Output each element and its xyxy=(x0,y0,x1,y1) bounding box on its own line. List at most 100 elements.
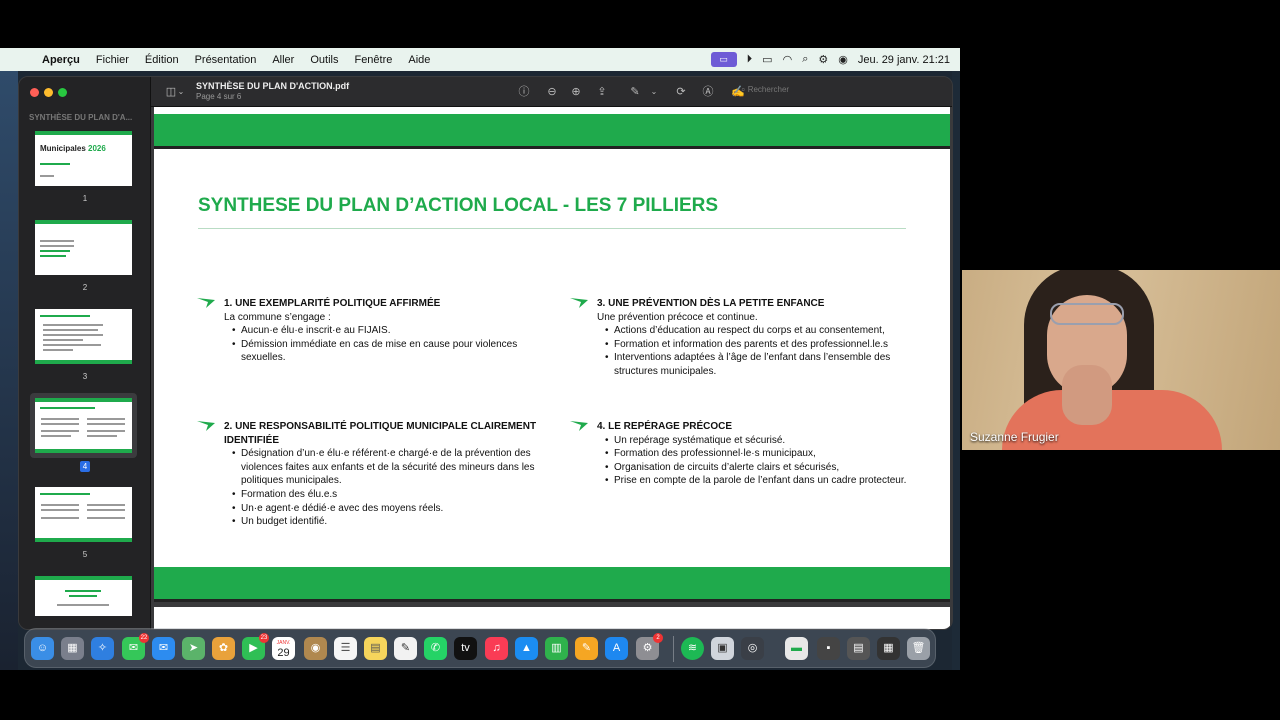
trash-icon[interactable]: 🗑 xyxy=(907,637,930,660)
window-thumbnail-icon[interactable]: ▦ xyxy=(877,637,900,660)
page-indicator: Page 4 sur 6 xyxy=(196,92,242,101)
messages-badge: 22 xyxy=(139,633,149,643)
pillar-heading: 2. UNE RESPONSABILITÉ POLITIQUE MUNICIPA… xyxy=(224,421,537,446)
notes-icon[interactable]: ▤ xyxy=(364,637,387,660)
page-thumbnail-1[interactable]: Municipales 2026 xyxy=(35,131,132,186)
page-thumbnail-2[interactable] xyxy=(35,220,132,275)
annotate-icon[interactable]: Ⓐ xyxy=(700,84,716,100)
search-field[interactable]: ⌕ Rechercher xyxy=(741,85,789,95)
pillar-bullets: Un repérage systématique et sécurisé. Fo… xyxy=(605,434,917,488)
app-store-icon[interactable]: A xyxy=(605,637,628,660)
list-item: Démission immédiate en cas de mise en ca… xyxy=(232,338,544,365)
thumb-line xyxy=(40,493,90,495)
page-thumbnail-5[interactable] xyxy=(35,487,132,542)
system-settings-icon[interactable]: ⚙ 2 xyxy=(636,633,663,660)
calendar-day: 29 xyxy=(277,647,290,659)
facetime-icon[interactable]: ▶ 23 xyxy=(242,633,269,660)
numbers-icon[interactable]: ▥ xyxy=(545,637,568,660)
pillar-bullets: Désignation d’un·e élu·e référent·e char… xyxy=(232,447,544,529)
thumb-line xyxy=(41,509,79,511)
participant-name: Suzanne Frugier xyxy=(970,430,1059,444)
battery-icon[interactable]: ▭ xyxy=(762,53,772,66)
siri-icon[interactable]: ◉ xyxy=(838,53,848,66)
window-thumbnail-icon[interactable]: ▤ xyxy=(847,637,870,660)
thumb1-title: Municipales 2026 xyxy=(40,144,106,153)
dock-separator xyxy=(673,636,674,662)
menu-fichier[interactable]: Fichier xyxy=(88,54,137,66)
spotify-icon[interactable]: ≋ xyxy=(681,637,704,660)
menu-aller[interactable]: Aller xyxy=(264,54,302,66)
freeform-icon[interactable]: ✎ xyxy=(394,637,417,660)
preview-app-icon[interactable]: ▣ xyxy=(711,637,734,660)
finder-icon[interactable]: ☺ xyxy=(31,637,54,660)
reminders-icon[interactable]: ☰ xyxy=(334,637,357,660)
menu-fenetre[interactable]: Fenêtre xyxy=(346,54,400,66)
menu-outils[interactable]: Outils xyxy=(302,54,346,66)
zoom-window-button[interactable] xyxy=(58,88,67,97)
thumb-line xyxy=(41,418,79,420)
markup-chevron-icon[interactable]: ⌄ xyxy=(649,84,659,100)
launchpad-icon[interactable]: ▦ xyxy=(61,637,84,660)
list-item: Prise en compte de la parole de l’enfant… xyxy=(605,474,917,488)
window-thumbnail-icon[interactable]: ▪ xyxy=(817,637,840,660)
thumb-line xyxy=(40,240,74,242)
calendar-icon[interactable]: JANV. 29 xyxy=(272,637,295,660)
zoom-in-icon[interactable]: ⊕ xyxy=(568,84,584,100)
thumb-line xyxy=(41,504,79,506)
zoom-out-icon[interactable]: ⊖ xyxy=(544,84,560,100)
music-icon[interactable]: ♫ xyxy=(485,637,508,660)
chevron-down-icon[interactable]: ⌄ xyxy=(177,84,185,100)
list-item: Formation et information des parents et … xyxy=(605,338,917,352)
page-thumbnail-6[interactable] xyxy=(35,576,132,616)
list-item: Un·e agent·e dédié·e avec des moyens rée… xyxy=(232,502,544,516)
page-thumbnail-4[interactable] xyxy=(35,398,132,453)
pages-icon[interactable]: ✎ xyxy=(575,637,598,660)
search-icon[interactable]: ⌕ xyxy=(802,53,808,66)
play-icon[interactable]: ⏵ xyxy=(747,53,753,66)
control-center-icon[interactable]: ⚙ xyxy=(818,53,828,66)
pillar-intro: Une prévention précoce et continue. xyxy=(597,311,758,323)
slide-title: SYNTHESE DU PLAN D’ACTION LOCAL - LES 7 … xyxy=(198,195,719,216)
title-divider xyxy=(198,228,906,229)
messages-icon[interactable]: ✉ 22 xyxy=(122,633,149,660)
thumb-line xyxy=(41,435,71,437)
whatsapp-icon[interactable]: ✆ xyxy=(424,637,447,660)
green-arrow-icon xyxy=(570,421,588,431)
settings-badge: 2 xyxy=(653,633,663,643)
meeting-stage: Aperçu Fichier Édition Présentation Alle… xyxy=(0,0,1280,720)
thumbnail-sidebar: SYNTHÈSE DU PLAN D'A... Municipales 2026… xyxy=(19,77,151,629)
mail-icon[interactable]: ✉ xyxy=(152,637,175,660)
menu-aide[interactable]: Aide xyxy=(400,54,438,66)
participant-video[interactable]: Suzanne Frugier xyxy=(962,270,1280,450)
share-icon[interactable]: ⇪ xyxy=(594,84,610,100)
thumb-line xyxy=(65,590,101,592)
rotate-icon[interactable]: ⟳ xyxy=(673,84,689,100)
menu-presentation[interactable]: Présentation xyxy=(187,54,265,66)
maps-icon[interactable]: ➤ xyxy=(182,637,205,660)
document-view[interactable]: SYNTHESE DU PLAN D’ACTION LOCAL - LES 7 … xyxy=(151,107,952,629)
safari-icon[interactable]: ✧ xyxy=(91,637,114,660)
contacts-icon[interactable]: ◉ xyxy=(304,637,327,660)
menubar-clock[interactable]: Jeu. 29 janv. 21:21 xyxy=(858,54,950,66)
document-window-icon[interactable]: ▬ xyxy=(785,637,808,660)
screen-sharing-icon[interactable]: ▭ xyxy=(710,52,737,67)
info-icon[interactable]: ⓘ xyxy=(516,84,532,100)
green-arrow-icon xyxy=(570,298,588,308)
markup-pen-icon[interactable]: ✎ xyxy=(627,84,643,100)
pillar-3: 3. UNE PRÉVENTION DÈS LA PETITE ENFANCE … xyxy=(570,297,917,379)
minimize-window-button[interactable] xyxy=(44,88,53,97)
page-thumbnail-3[interactable] xyxy=(35,309,132,364)
keynote-icon[interactable]: ▲ xyxy=(515,637,538,660)
wifi-icon[interactable]: ◠ xyxy=(783,53,793,66)
menu-app-name[interactable]: Aperçu xyxy=(34,54,88,66)
thumb-band xyxy=(35,449,132,453)
photos-icon[interactable]: ✿ xyxy=(212,637,235,660)
thumb-line xyxy=(87,517,125,519)
close-window-button[interactable] xyxy=(30,88,39,97)
pillar-2: 2. UNE RESPONSABILITÉ POLITIQUE MUNICIPA… xyxy=(197,420,544,529)
menu-edition[interactable]: Édition xyxy=(137,54,187,66)
thumb-line xyxy=(40,163,70,165)
screen-capture-icon[interactable]: ◎ xyxy=(741,637,764,660)
apple-tv-icon[interactable]: tv xyxy=(454,637,477,660)
participant-glasses xyxy=(1050,303,1124,325)
